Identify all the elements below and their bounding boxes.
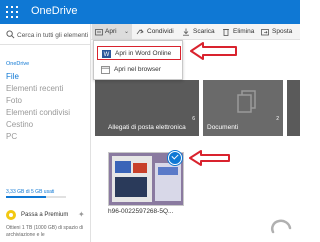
word-icon: W bbox=[102, 50, 111, 58]
app-bar: OneDrive bbox=[0, 0, 300, 24]
open-in-browser[interactable]: Apri nel browser bbox=[97, 63, 181, 77]
folder-count: 2 bbox=[276, 116, 279, 122]
delete-icon bbox=[223, 29, 229, 36]
nav-divider bbox=[0, 44, 91, 45]
nav-item-photos[interactable]: Foto bbox=[6, 95, 22, 107]
browser-icon bbox=[101, 66, 110, 74]
share-label: Condividi bbox=[147, 28, 174, 35]
move-label: Sposta bbox=[272, 28, 293, 35]
premium-icon bbox=[6, 210, 16, 220]
sparkle-icon: ✦ bbox=[78, 210, 85, 219]
folder-documents[interactable]: 2 Documenti bbox=[203, 80, 283, 136]
watermark-logo-icon bbox=[271, 219, 292, 234]
app-title[interactable]: OneDrive bbox=[31, 5, 77, 17]
thumb-block bbox=[158, 167, 178, 175]
download-label: Scarica bbox=[193, 28, 215, 35]
file-caption[interactable]: h96-0022597268-5Q... bbox=[108, 208, 173, 215]
share-icon bbox=[136, 29, 144, 35]
open-label: Apri bbox=[105, 28, 117, 35]
svg-text:W: W bbox=[104, 52, 110, 58]
nav-item-pc[interactable]: PC bbox=[6, 131, 17, 143]
thumb-block bbox=[133, 163, 147, 173]
open-in-browser-label: Apri nel browser bbox=[114, 66, 161, 73]
search-input[interactable] bbox=[17, 28, 89, 42]
command-bar: Apri ⌄ Condividi Scarica Elimina Sposta bbox=[91, 24, 300, 40]
nav-item-shared[interactable]: Elementi condivisi bbox=[6, 107, 70, 119]
storage-fill bbox=[6, 196, 47, 198]
open-in-word-online[interactable]: W Apri in Word Online bbox=[97, 46, 181, 60]
download-icon bbox=[183, 28, 189, 36]
storage-text[interactable]: 3,33 GB di 5 GB usati bbox=[6, 189, 54, 195]
open-icon bbox=[95, 29, 103, 36]
annotation-arrow-icon bbox=[190, 42, 237, 60]
nav-section-title: OneDrive bbox=[6, 61, 30, 67]
nav-item-recent[interactable]: Elementi recenti bbox=[6, 83, 63, 95]
storage-bar bbox=[6, 196, 66, 198]
document-icon bbox=[237, 90, 256, 113]
open-button[interactable]: Apri ⌄ bbox=[92, 24, 132, 40]
folder-partial[interactable] bbox=[287, 80, 300, 136]
folder-label: Documenti bbox=[207, 124, 239, 131]
app-launcher-icon[interactable] bbox=[6, 6, 18, 18]
promo-text: Ottieni 1 TB (1000 GB) di spazio di arch… bbox=[6, 225, 84, 238]
nav-item-file[interactable]: File bbox=[6, 71, 19, 83]
search-icon bbox=[6, 30, 15, 39]
thumb-block bbox=[115, 177, 147, 197]
left-nav: OneDrive File Elementi recenti Foto Elem… bbox=[0, 24, 91, 242]
open-dropdown-menu: W Apri in Word Online Apri nel browser bbox=[93, 40, 183, 80]
annotation-arrow-icon bbox=[189, 150, 230, 166]
chevron-down-icon: ⌄ bbox=[124, 29, 130, 35]
selected-check-icon[interactable] bbox=[168, 151, 182, 165]
folder-label: Allegati di posta elettronica bbox=[108, 124, 186, 131]
nav-item-recycle-bin[interactable]: Cestino bbox=[6, 119, 33, 131]
thumb-block bbox=[115, 161, 131, 173]
move-button[interactable]: Sposta bbox=[261, 24, 300, 40]
open-in-word-label: Apri in Word Online bbox=[115, 50, 172, 57]
folder-count: 6 bbox=[192, 116, 195, 122]
search-box[interactable] bbox=[0, 28, 91, 42]
delete-label: Elimina bbox=[233, 28, 255, 35]
folder-email-attachments[interactable]: 6 Allegati di posta elettronica bbox=[95, 80, 199, 136]
premium-link[interactable]: Passa a Premium bbox=[21, 212, 68, 218]
move-icon bbox=[261, 29, 269, 36]
